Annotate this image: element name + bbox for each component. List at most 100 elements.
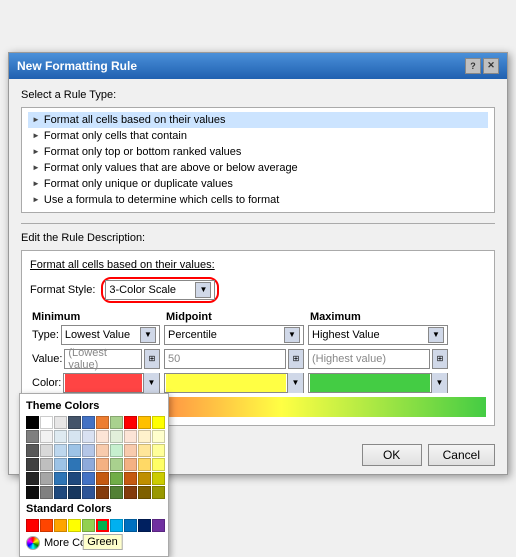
theme-color-cell[interactable]	[82, 444, 95, 457]
theme-color-cell[interactable]	[138, 458, 151, 471]
theme-color-cell[interactable]	[26, 472, 39, 485]
theme-color-cell[interactable]	[40, 458, 53, 471]
theme-color-cell[interactable]	[110, 416, 123, 429]
theme-color-cell[interactable]	[124, 416, 137, 429]
theme-color-cell[interactable]	[124, 486, 137, 499]
theme-color-cell[interactable]	[40, 430, 53, 443]
theme-color-cell[interactable]	[68, 416, 81, 429]
mid-color-control[interactable]: ▼	[164, 373, 304, 393]
theme-color-cell[interactable]	[40, 486, 53, 499]
standard-color-cell[interactable]	[54, 519, 67, 532]
theme-color-cell[interactable]	[152, 416, 165, 429]
rule-item-3[interactable]: Format only values that are above or bel…	[28, 160, 488, 176]
theme-color-cell[interactable]	[138, 444, 151, 457]
theme-color-cell[interactable]	[40, 416, 53, 429]
rule-item-2[interactable]: Format only top or bottom ranked values	[28, 144, 488, 160]
theme-color-cell[interactable]	[96, 444, 109, 457]
cancel-button[interactable]: Cancel	[428, 444, 495, 466]
theme-color-cell[interactable]	[96, 430, 109, 443]
max-color-dropdown-btn[interactable]: ▼	[431, 373, 447, 393]
min-type-arrow[interactable]: ▼	[140, 327, 156, 343]
min-value-input[interactable]: (Lowest value)	[64, 349, 142, 369]
mid-type-select[interactable]: Percentile ▼	[164, 325, 304, 345]
theme-color-cell[interactable]	[110, 430, 123, 443]
rule-item-4[interactable]: Format only unique or duplicate values	[28, 176, 488, 192]
theme-color-cell[interactable]	[82, 430, 95, 443]
max-type-arrow[interactable]: ▼	[428, 327, 444, 343]
standard-color-cell[interactable]: Green	[96, 519, 109, 532]
theme-color-cell[interactable]	[152, 472, 165, 485]
theme-color-cell[interactable]	[152, 444, 165, 457]
theme-color-cell[interactable]	[68, 444, 81, 457]
theme-color-cell[interactable]	[110, 458, 123, 471]
mid-value-input[interactable]: 50	[164, 349, 286, 369]
theme-color-cell[interactable]	[96, 416, 109, 429]
theme-color-cell[interactable]	[68, 486, 81, 499]
theme-color-cell[interactable]	[68, 472, 81, 485]
theme-color-cell[interactable]	[96, 472, 109, 485]
theme-color-cell[interactable]	[138, 430, 151, 443]
min-color-dropdown-btn[interactable]: ▼	[143, 373, 159, 393]
rule-item-0[interactable]: Format all cells based on their values	[28, 112, 488, 128]
theme-color-cell[interactable]	[96, 486, 109, 499]
theme-color-cell[interactable]	[110, 472, 123, 485]
ok-button[interactable]: OK	[362, 444, 422, 466]
standard-color-cell[interactable]	[82, 519, 95, 532]
theme-color-cell[interactable]	[138, 472, 151, 485]
theme-color-cell[interactable]	[152, 430, 165, 443]
theme-color-cell[interactable]	[124, 430, 137, 443]
theme-color-cell[interactable]	[26, 458, 39, 471]
theme-color-cell[interactable]	[110, 444, 123, 457]
rule-item-5[interactable]: Use a formula to determine which cells t…	[28, 192, 488, 208]
theme-color-cell[interactable]	[26, 444, 39, 457]
theme-color-cell[interactable]	[54, 486, 67, 499]
mid-color-dropdown-btn[interactable]: ▼	[287, 373, 303, 393]
theme-color-cell[interactable]	[54, 472, 67, 485]
max-value-input[interactable]: (Highest value)	[308, 349, 430, 369]
max-value-picker-btn[interactable]: ⊞	[432, 349, 448, 369]
theme-color-cell[interactable]	[152, 458, 165, 471]
theme-color-cell[interactable]	[40, 444, 53, 457]
theme-color-cell[interactable]	[124, 472, 137, 485]
help-button[interactable]: ?	[465, 58, 481, 74]
max-color-control[interactable]: ▼	[308, 373, 448, 393]
theme-color-cell[interactable]	[54, 444, 67, 457]
theme-color-cell[interactable]	[54, 458, 67, 471]
min-color-control[interactable]: ▼	[63, 373, 160, 393]
standard-color-cell[interactable]	[124, 519, 137, 532]
mid-value-picker-btn[interactable]: ⊞	[288, 349, 304, 369]
rule-item-1[interactable]: Format only cells that contain	[28, 128, 488, 144]
standard-color-cell[interactable]	[40, 519, 53, 532]
min-value-picker-btn[interactable]: ⊞	[144, 349, 160, 369]
standard-color-cell[interactable]	[110, 519, 123, 532]
theme-color-cell[interactable]	[54, 430, 67, 443]
theme-color-cell[interactable]	[54, 416, 67, 429]
standard-color-cell[interactable]	[68, 519, 81, 532]
theme-color-cell[interactable]	[138, 486, 151, 499]
theme-color-cell[interactable]	[26, 416, 39, 429]
max-type-select[interactable]: Highest Value ▼	[308, 325, 448, 345]
format-style-select[interactable]: 3-Color Scale ▼	[105, 280, 215, 300]
theme-color-cell[interactable]	[110, 486, 123, 499]
theme-color-cell[interactable]	[124, 444, 137, 457]
theme-color-cell[interactable]	[40, 472, 53, 485]
theme-color-cell[interactable]	[124, 458, 137, 471]
theme-color-cell[interactable]	[138, 416, 151, 429]
theme-color-cell[interactable]	[82, 416, 95, 429]
theme-color-cell[interactable]	[82, 486, 95, 499]
theme-color-cell[interactable]	[68, 430, 81, 443]
theme-color-cell[interactable]	[152, 486, 165, 499]
close-button[interactable]: ✕	[483, 58, 499, 74]
theme-color-cell[interactable]	[26, 430, 39, 443]
standard-color-cell[interactable]	[138, 519, 151, 532]
min-type-select[interactable]: Lowest Value ▼	[61, 325, 160, 345]
theme-color-cell[interactable]	[26, 486, 39, 499]
standard-color-cell[interactable]	[152, 519, 165, 532]
theme-color-cell[interactable]	[82, 458, 95, 471]
format-style-arrow[interactable]: ▼	[195, 282, 211, 298]
theme-color-cell[interactable]	[82, 472, 95, 485]
theme-color-cell[interactable]	[96, 458, 109, 471]
mid-type-arrow[interactable]: ▼	[284, 327, 300, 343]
theme-color-cell[interactable]	[68, 458, 81, 471]
standard-color-cell[interactable]	[26, 519, 39, 532]
